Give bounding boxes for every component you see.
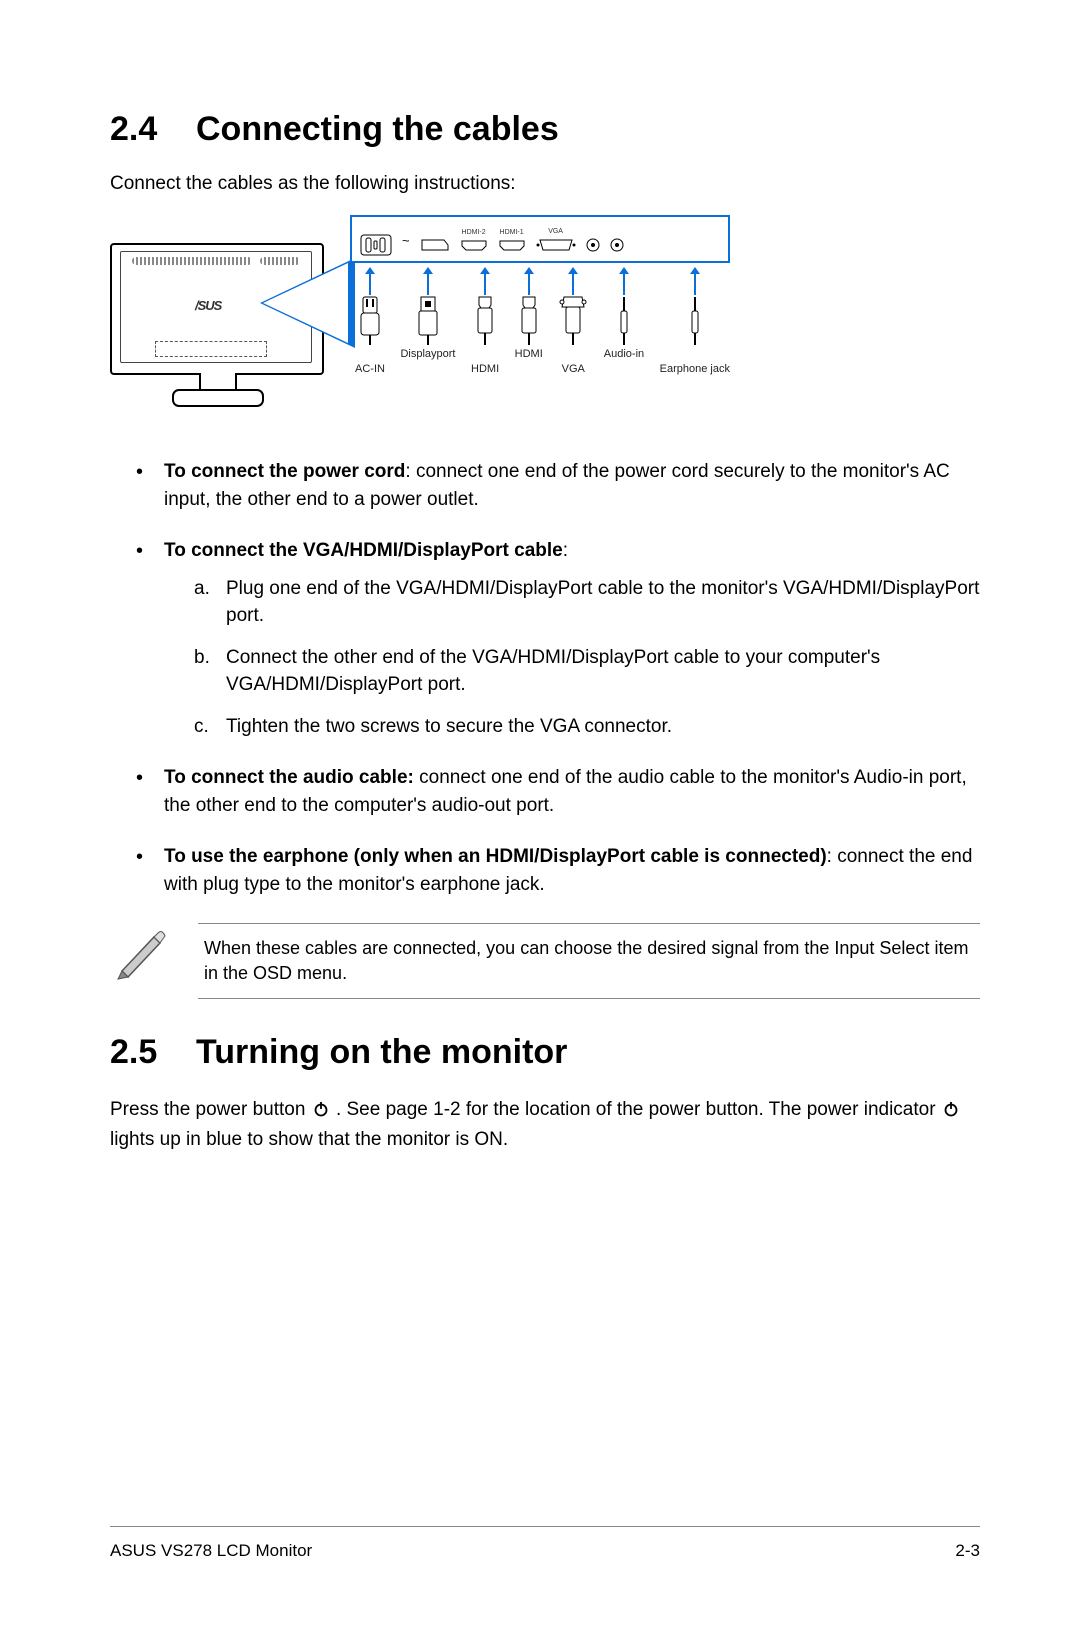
- page-footer: ASUS VS278 LCD Monitor 2-3: [110, 1526, 980, 1561]
- section-2-4-intro: Connect the cables as the following inst…: [110, 173, 980, 195]
- section-2-5-number: 2.5: [110, 1033, 196, 1072]
- video-substeps: a.Plug one end of the VGA/HDMI/DisplayPo…: [194, 575, 980, 741]
- section-2-4-heading: 2.4Connecting the cables: [110, 110, 980, 149]
- substep-b: b.Connect the other end of the VGA/HDMI/…: [194, 644, 980, 699]
- plug-ac: AC-IN: [355, 273, 385, 375]
- cable-plugs: AC-IN Displayport HDMI HDMI VGA: [355, 273, 730, 375]
- plug-hdmi-a: HDMI: [471, 273, 499, 375]
- section-2-5-title: Turning on the monitor: [196, 1033, 567, 1071]
- plug-hdmi-b: HDMI: [515, 273, 543, 375]
- footer-page-number: 2-3: [955, 1541, 980, 1561]
- power-icon: [943, 1098, 959, 1127]
- footer-product: ASUS VS278 LCD Monitor: [110, 1541, 312, 1561]
- callout-triangle: [260, 258, 355, 348]
- note-text: When these cables are connected, you can…: [198, 923, 980, 999]
- port-audio-in: [586, 228, 600, 252]
- port-hdmi1: HDMI-1: [498, 229, 526, 251]
- instruction-list: To connect the power cord: connect one e…: [136, 458, 980, 899]
- port-vga: VGA: [536, 228, 576, 252]
- plug-vga: VGA: [558, 273, 588, 375]
- port-panel: ~ HDMI-2 HDMI-1 VGA: [350, 215, 730, 263]
- power-icon: [313, 1098, 329, 1127]
- port-ac: [360, 224, 392, 256]
- cable-diagram: /SUS ~ HDMI-2: [110, 213, 730, 428]
- note-block: When these cables are connected, you can…: [110, 923, 980, 999]
- bullet-power: To connect the power cord: connect one e…: [136, 458, 980, 513]
- bullet-earphone: To use the earphone (only when an HDMI/D…: [136, 843, 980, 898]
- port-earphone: [610, 228, 624, 252]
- plug-audio: Audio-in: [604, 273, 644, 375]
- section-2-4-number: 2.4: [110, 110, 196, 149]
- bullet-audio: To connect the audio cable: connect one …: [136, 764, 980, 819]
- plug-dp: Displayport: [400, 273, 455, 375]
- section-2-4-title: Connecting the cables: [196, 110, 559, 148]
- plug-earphone: Earphone jack: [660, 273, 730, 375]
- port-dp: [420, 228, 450, 252]
- section-2-5-heading: 2.5Turning on the monitor: [110, 1033, 980, 1072]
- substep-c: c.Tighten the two screws to secure the V…: [194, 713, 980, 741]
- bullet-video: To connect the VGA/HDMI/DisplayPort cabl…: [136, 537, 980, 740]
- manual-page: 2.4Connecting the cables Connect the cab…: [0, 0, 1080, 1627]
- note-pencil-icon: [110, 923, 170, 988]
- brand-logo: /SUS: [195, 298, 221, 313]
- substep-a: a.Plug one end of the VGA/HDMI/DisplayPo…: [194, 575, 980, 630]
- port-hdmi2: HDMI-2: [460, 229, 488, 251]
- section-2-5-body: Press the power button . See page 1-2 fo…: [110, 1096, 980, 1155]
